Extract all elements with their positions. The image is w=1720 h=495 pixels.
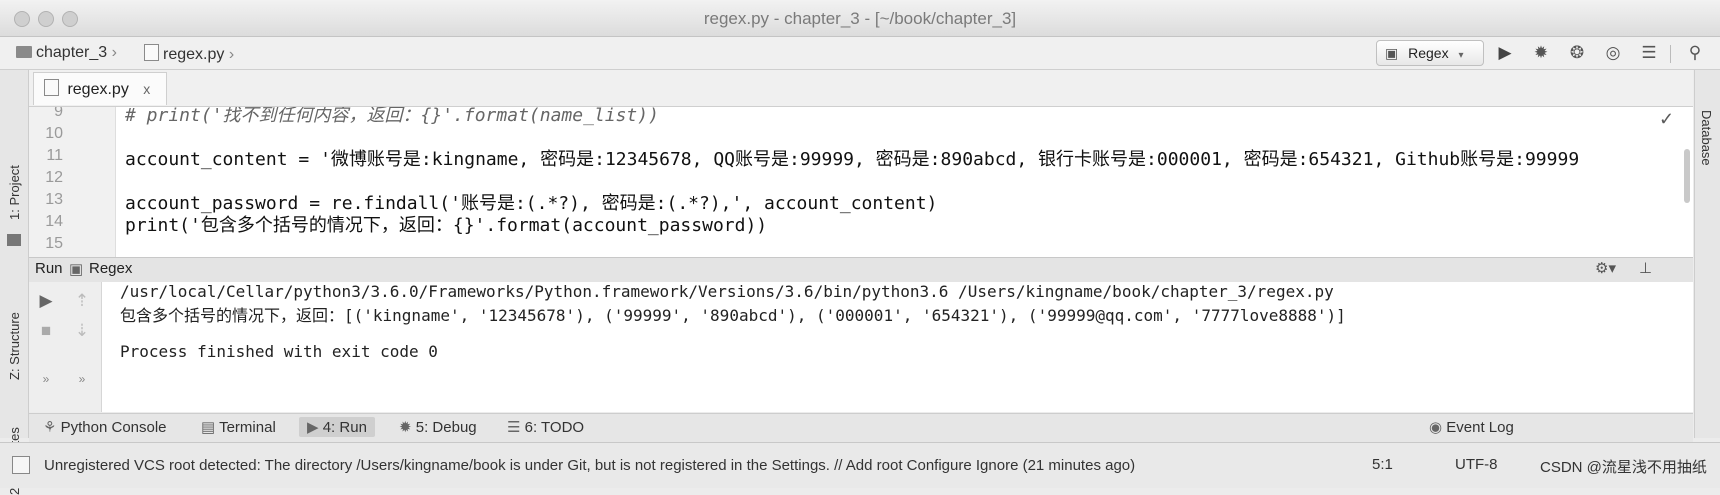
coverage-icon[interactable]: ❂ (1566, 42, 1588, 64)
navigation-bar: chapter_3 › regex.py › ▣ Regex ▾ ▶ ✹ ❂ ◎… (0, 37, 1720, 70)
chevron-down-icon: ▾ (1458, 50, 1464, 61)
breadcrumb-project[interactable]: chapter_3 › (16, 44, 117, 62)
rerun-icon[interactable]: ▶ (35, 290, 57, 312)
scroll-up-icon[interactable]: ⇡ (71, 290, 93, 312)
todo-tool-button[interactable]: ☰ 6: TODO (507, 418, 584, 436)
toggle-tool-windows-icon[interactable] (12, 456, 30, 474)
build-icon[interactable]: ☰ (1638, 42, 1660, 64)
line-number: 13 (45, 191, 63, 208)
console-line: 包含多个括号的情况下，返回：[('kingname', '12345678'),… (120, 306, 1346, 325)
run-panel-header: Run ▣ Regex ⚙▾ ⊥ (29, 257, 1693, 283)
python-console-button[interactable]: ⚘ Python Console (43, 418, 167, 436)
terminal-button[interactable]: ▤ Terminal (201, 418, 276, 436)
status-message[interactable]: Unregistered VCS root detected: The dire… (44, 457, 1135, 474)
code-line: account_content = '微博账号是:kingname, 密码是:1… (125, 149, 1580, 170)
folder-icon (16, 46, 32, 58)
run-console-output[interactable]: /usr/local/Cellar/python3/3.6.0/Framewor… (102, 282, 1693, 412)
project-icon (7, 234, 21, 246)
event-log-icon: ◉ (1429, 419, 1443, 436)
window-title: regex.py - chapter_3 - [~/book/chapter_3… (703, 9, 1017, 28)
python-file-icon (144, 44, 159, 61)
line-number-gutter: 9 10 11 12 13 14 15 (29, 107, 116, 257)
python-file-icon (44, 79, 59, 96)
status-bar: Unregistered VCS root detected: The dire… (0, 442, 1720, 488)
run-panel-config[interactable]: Regex (89, 260, 132, 277)
line-number: 9 (54, 107, 63, 120)
code-line: # print('找不到任何内容，返回：{}'.format(name_list… (125, 107, 659, 126)
debug-icon[interactable]: ✹ (1530, 42, 1552, 64)
tool-windows-bar: ⚘ Python Console ▤ Terminal ▶ 4: Run ✹ 5… (29, 413, 1693, 442)
console-line: Process finished with exit code 0 (120, 342, 438, 361)
run-tool-button[interactable]: ▶ 4: Run (299, 417, 375, 437)
expand-right-icon[interactable]: » (71, 368, 93, 390)
tab-regex-py[interactable]: regex.py x (33, 72, 167, 105)
project-tool-button[interactable]: 1: Project (7, 165, 22, 220)
line-number: 14 (45, 213, 63, 230)
editor-scrollbar[interactable] (1684, 149, 1690, 203)
breadcrumb-file[interactable]: regex.py › (144, 44, 234, 64)
console-line: /usr/local/Cellar/python3/3.6.0/Framewor… (120, 282, 1334, 301)
line-number: 15 (45, 235, 63, 252)
check-icon: ✓ (1659, 109, 1675, 129)
expand-left-icon[interactable]: » (35, 368, 57, 390)
debug-tool-button[interactable]: ✹ 5: Debug (399, 418, 477, 436)
database-tool-button[interactable]: Database (1699, 110, 1714, 166)
run-panel-toolbar: ▶ ⇡ ■ ⇣ » » (29, 282, 102, 412)
editor-tab-bar: regex.py x (29, 70, 1693, 107)
left-tool-strip: 1: Project Z: Structure 2: Favorites (0, 70, 29, 495)
caret-position[interactable]: 5:1 (1372, 456, 1393, 473)
run-icon[interactable]: ▶ (1494, 42, 1516, 64)
python-icon: ⚘ (43, 419, 57, 436)
profile-icon[interactable]: ◎ (1602, 42, 1624, 64)
line-number: 11 (46, 147, 63, 164)
stop-icon[interactable]: ■ (35, 320, 57, 342)
event-log-button[interactable]: ◉ Event Log (1429, 418, 1514, 436)
bug-icon: ✹ (399, 419, 412, 436)
hide-panel-icon[interactable]: ⊥ (1639, 259, 1652, 277)
terminal-icon: ▤ (201, 419, 216, 436)
line-number: 12 (45, 169, 63, 186)
settings-gear-icon[interactable]: ⚙▾ (1595, 259, 1616, 277)
todo-icon: ☰ (507, 419, 521, 436)
scroll-down-icon[interactable]: ⇣ (71, 320, 93, 342)
run-config-icon: ▣ (1385, 45, 1399, 61)
run-configuration-select[interactable]: ▣ Regex ▾ (1376, 40, 1484, 66)
code-line: print('包含多个括号的情况下，返回：{}'.format(account_… (125, 215, 768, 236)
run-icon: ▶ (307, 419, 319, 436)
run-config-icon: ▣ (69, 261, 84, 278)
structure-tool-button[interactable]: Z: Structure (7, 312, 22, 380)
file-encoding[interactable]: UTF-8 (1455, 456, 1498, 473)
close-tab-icon[interactable]: x (143, 81, 150, 97)
title-bar: regex.py - chapter_3 - [~/book/chapter_3… (0, 0, 1720, 37)
watermark: CSDN @流星浅不用抽纸 (1540, 459, 1707, 476)
run-panel-label: Run (35, 260, 63, 277)
search-icon[interactable]: ⚲ (1684, 42, 1706, 64)
toolbar-divider (1670, 45, 1671, 63)
code-editor[interactable]: 9 10 11 12 13 14 15 # print('找不到任何内容，返回：{}'.fo… (29, 107, 1693, 257)
line-number: 10 (45, 125, 63, 142)
right-tool-strip: Database (1694, 70, 1720, 438)
